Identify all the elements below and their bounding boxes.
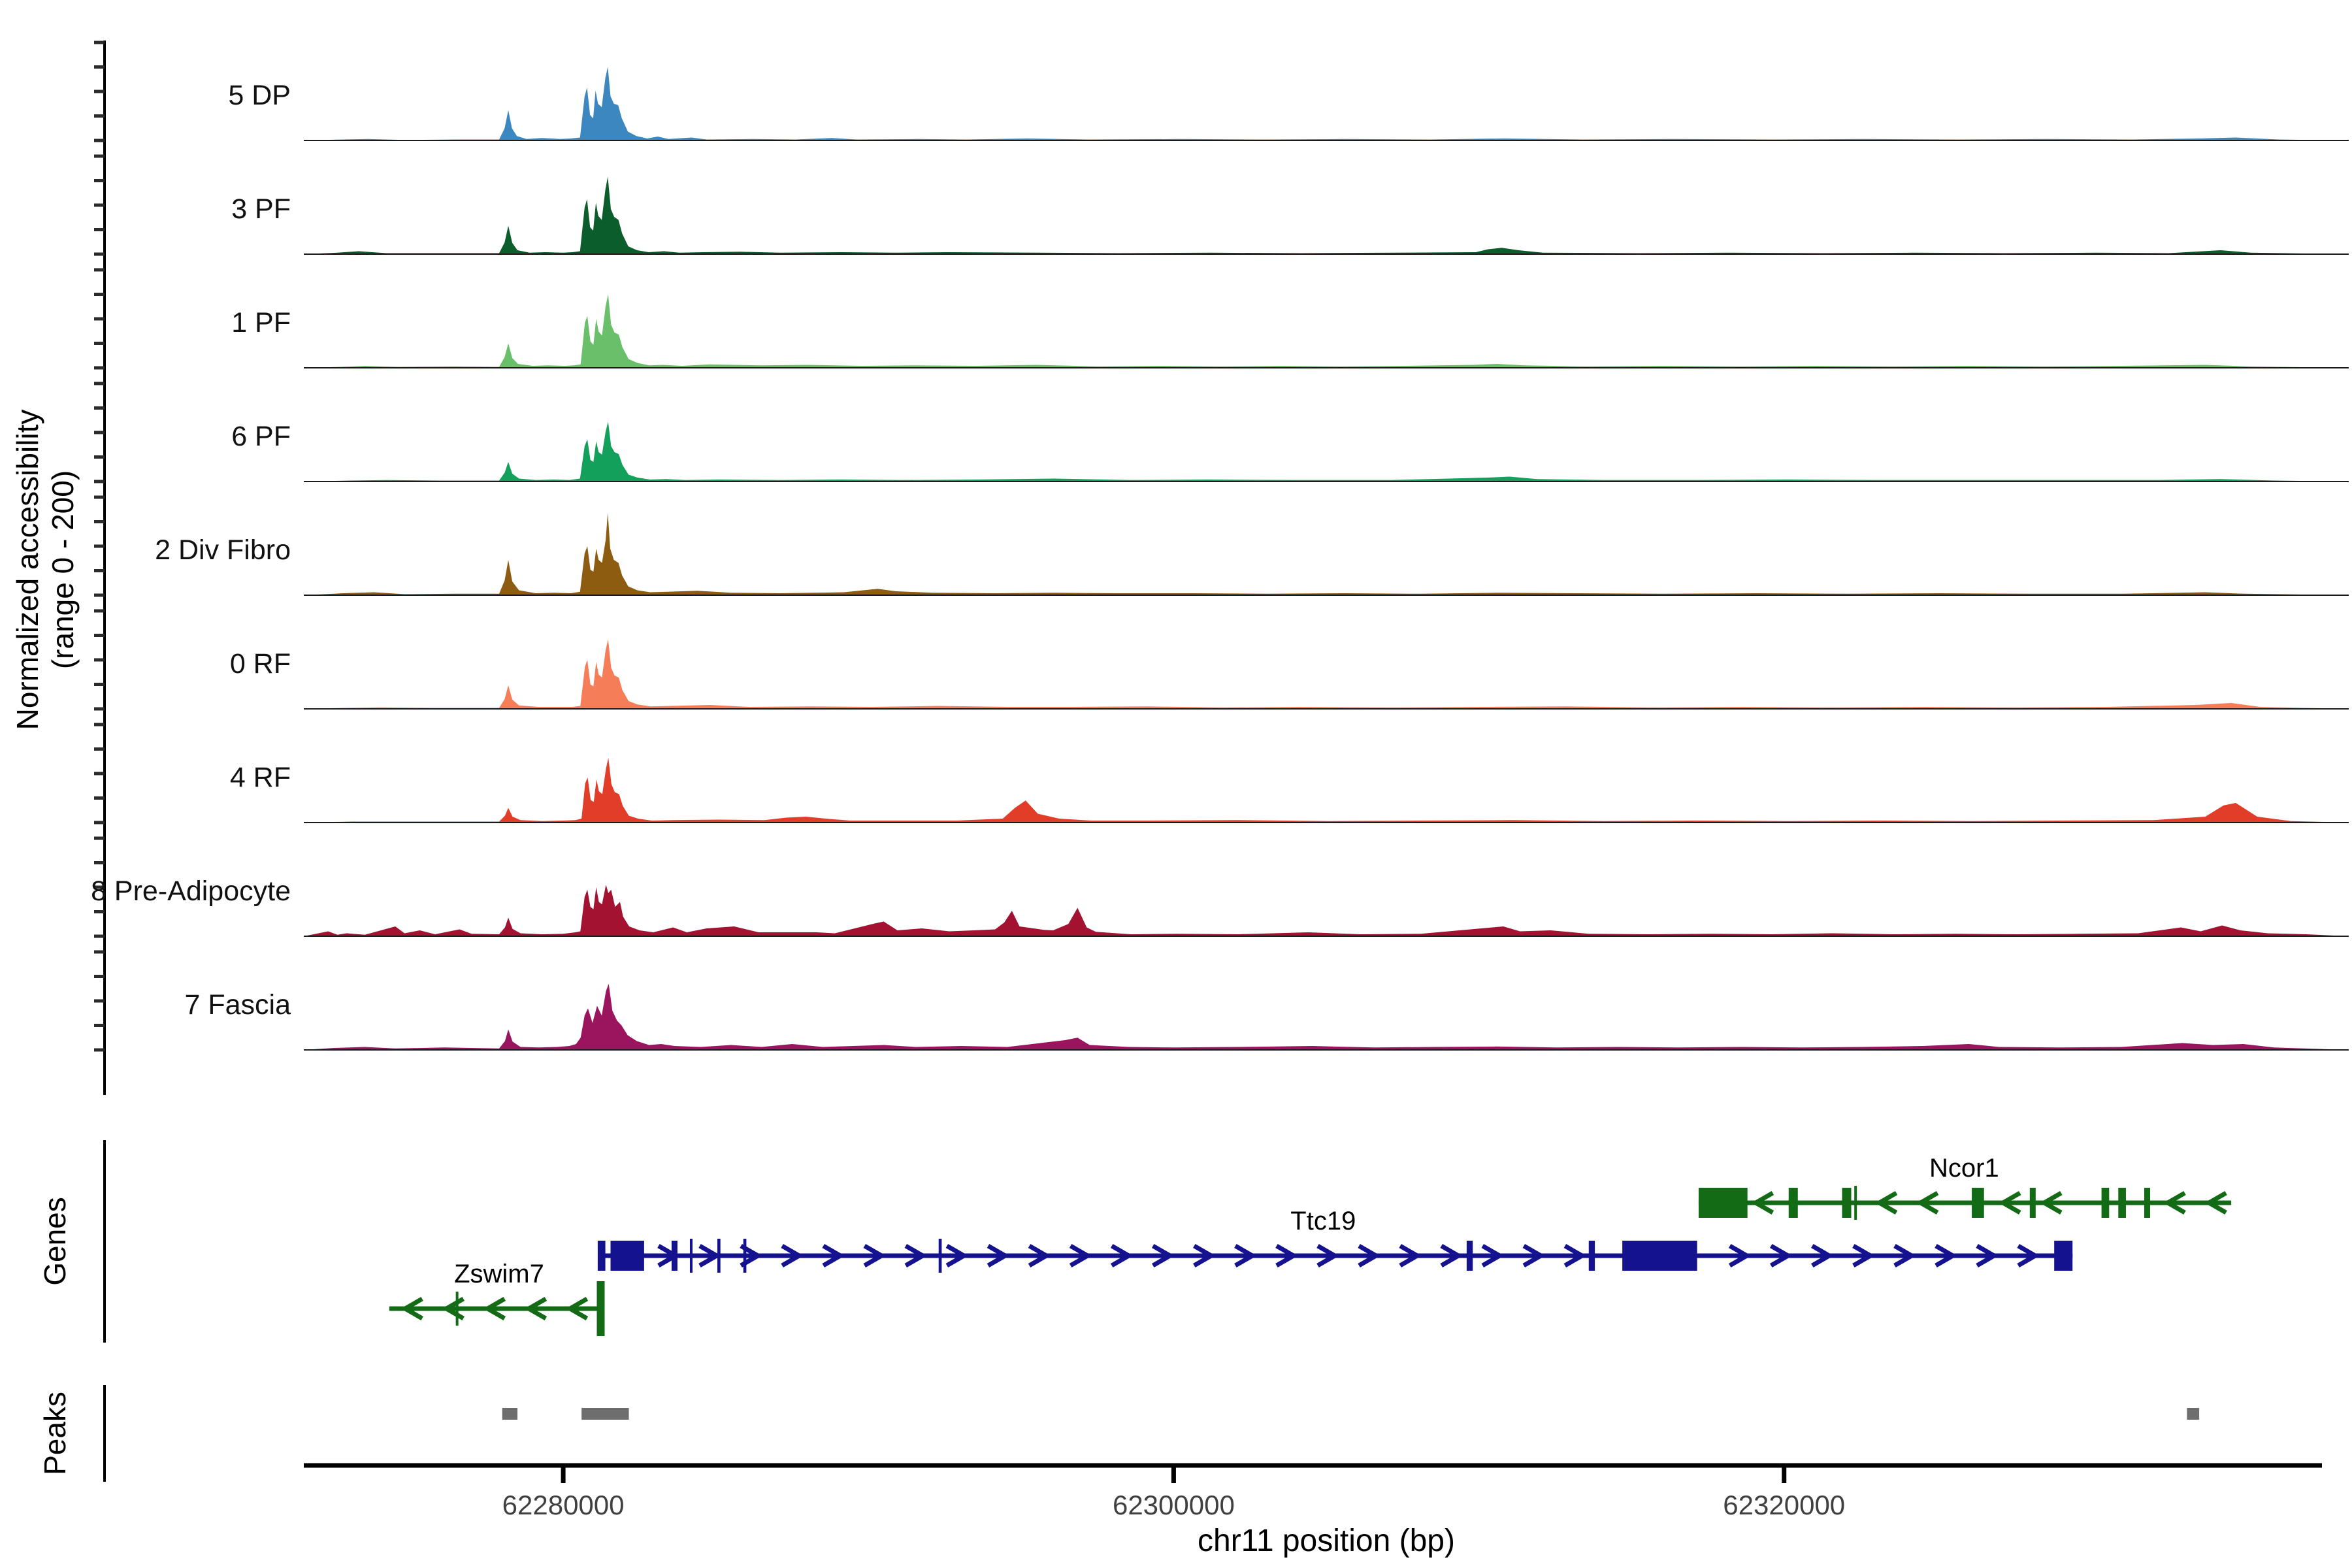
track-label: 8 Pre-Adipocyte xyxy=(91,875,291,907)
track-label: 1 PF xyxy=(231,307,291,338)
generated-chart-layer: 5 DP 3 PF 1 PF 6 PF 2 Div Fibro 0 RF 4 RF 8 Pre… xyxy=(91,41,2349,1520)
track-label: 4 RF xyxy=(230,762,291,793)
coverage-area-2-div-fibro xyxy=(304,513,2349,595)
gene-exon xyxy=(2054,1241,2072,1271)
track-label: 3 PF xyxy=(231,193,291,225)
gene-exon xyxy=(1789,1188,1798,1218)
gene-label-zswim7: Zswim7 xyxy=(454,1260,544,1288)
y-axis-label-line2: (range 0 - 200) xyxy=(46,470,80,669)
peak-region xyxy=(2187,1408,2199,1420)
gene-exon xyxy=(1622,1241,1697,1271)
x-axis-title: chr11 position (bp) xyxy=(1198,1524,1455,1558)
gene-exon xyxy=(717,1239,721,1273)
gene-exon xyxy=(2030,1188,2036,1218)
gene-exon xyxy=(1842,1188,1852,1218)
coverage-area-5-dp xyxy=(304,67,2349,141)
gene-exon xyxy=(611,1241,644,1271)
x-axis-tick-label: 62320000 xyxy=(1723,1490,1845,1520)
track-label: 5 DP xyxy=(228,80,291,111)
gene-exon xyxy=(456,1292,459,1326)
peak-region xyxy=(581,1408,629,1420)
genes-section-label: Genes xyxy=(38,1197,72,1286)
gene-label-ncor1: Ncor1 xyxy=(1929,1154,1999,1183)
gene-exon xyxy=(672,1241,678,1271)
coverage-area-8-pre-adipocyte xyxy=(304,885,2349,936)
gene-exon xyxy=(1589,1241,1595,1271)
track-label: 2 Div Fibro xyxy=(155,534,291,566)
track-label: 0 RF xyxy=(230,648,291,679)
gene-exon xyxy=(1699,1188,1748,1218)
track-label: 6 PF xyxy=(231,421,291,452)
gene-exon xyxy=(2118,1188,2126,1218)
coverage-plot-svg: 5 DP 3 PF 1 PF 6 PF 2 Div Fibro 0 RF 4 RF 8 Pre… xyxy=(0,0,2352,1568)
gene-exon xyxy=(2144,1188,2150,1218)
coverage-area-0-rf xyxy=(304,640,2349,710)
gene-exon xyxy=(690,1239,693,1273)
gene-exon xyxy=(2102,1188,2110,1218)
track-label: 7 Fascia xyxy=(184,989,291,1021)
gene-exon xyxy=(939,1239,942,1273)
gene-exon xyxy=(598,1241,606,1271)
coverage-area-7-fascia xyxy=(304,984,2349,1050)
gene-exon xyxy=(596,1281,604,1336)
coverage-area-3-pf xyxy=(304,177,2349,255)
gene-exon xyxy=(1467,1241,1473,1271)
gene-label-ttc19: Ttc19 xyxy=(1290,1207,1356,1235)
peaks-section-label: Peaks xyxy=(38,1392,72,1475)
coverage-area-6-pf xyxy=(304,422,2349,482)
gene-exon xyxy=(1972,1188,1984,1218)
peak-region xyxy=(502,1408,517,1420)
coverage-area-4-rf xyxy=(304,758,2349,823)
x-axis-tick-label: 62300000 xyxy=(1113,1490,1235,1520)
coverage-area-1-pf xyxy=(304,295,2349,368)
y-axis-label-line1: Normalized accessibility xyxy=(10,410,44,730)
gene-exon xyxy=(743,1239,747,1273)
gene-exon xyxy=(1854,1186,1857,1220)
x-axis-tick-label: 62280000 xyxy=(502,1490,625,1520)
